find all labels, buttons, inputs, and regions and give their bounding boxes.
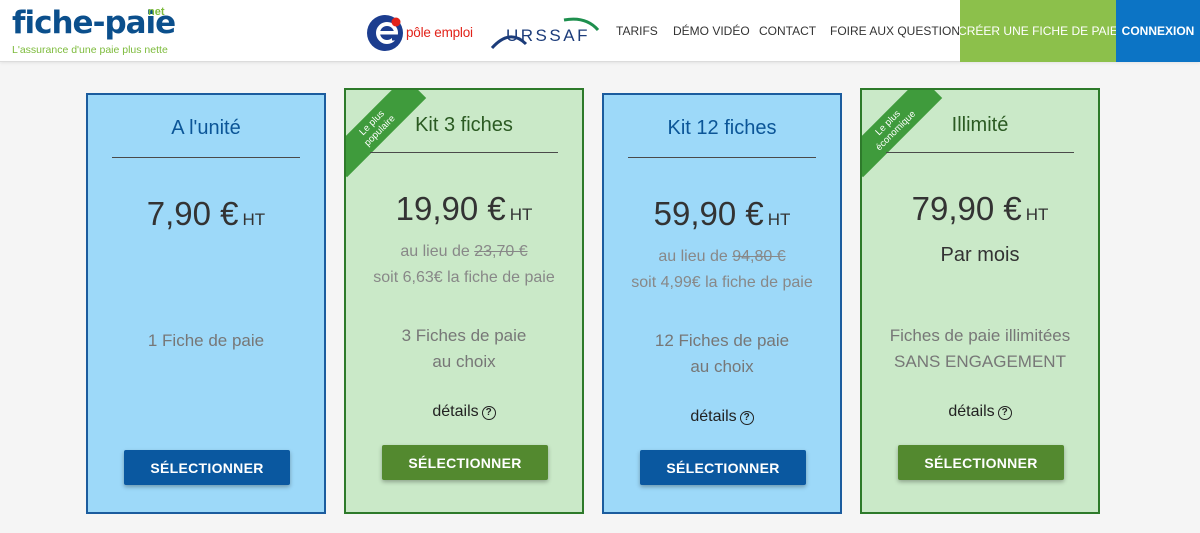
price-value: 19,90 € bbox=[395, 190, 506, 227]
plan-card-kit-3: Le plus populaire Kit 3 fiches 19,90 € HT … bbox=[344, 88, 584, 514]
details-link[interactable]: détails? bbox=[604, 408, 840, 426]
plan-price: 7,90 € HT bbox=[88, 195, 324, 233]
details-link[interactable]: détails? bbox=[862, 403, 1098, 421]
select-button[interactable]: SÉLECTIONNER bbox=[124, 450, 290, 485]
old-price: 94,80 € bbox=[732, 248, 786, 265]
urssaf-label: URSSAF bbox=[506, 26, 590, 45]
plan-quantity-line2: SANS ENGAGEMENT bbox=[894, 352, 1066, 371]
plan-card-unit: A l'unité 7,90 € HT 1 Fiche de paie SÉLEC… bbox=[86, 93, 326, 514]
plan-quantity-line2: au choix bbox=[432, 352, 496, 371]
pole-emploi-logo: pôle emploi bbox=[366, 14, 484, 52]
plan-quantity-line1: 12 Fiches de paie bbox=[654, 331, 790, 350]
details-link[interactable]: détails? bbox=[346, 403, 582, 421]
plan-price: 59,90 € HT bbox=[604, 195, 840, 233]
price-value: 79,90 € bbox=[911, 190, 1022, 227]
login-button[interactable]: CONNEXION bbox=[1116, 0, 1200, 62]
plan-title: Illimité bbox=[951, 114, 1009, 136]
plan-quantity-line2: au choix bbox=[690, 357, 754, 376]
price-unit: HT bbox=[1025, 205, 1049, 224]
nav-tarifs[interactable]: TARIFS bbox=[616, 0, 658, 62]
instead-prefix: au lieu de bbox=[658, 248, 728, 265]
pole-emploi-emblem-icon bbox=[367, 15, 403, 51]
question-circle-icon: ? bbox=[481, 406, 496, 420]
question-circle-icon: ? bbox=[739, 411, 754, 425]
nav-contact[interactable]: CONTACT bbox=[759, 0, 816, 62]
price-value: 7,90 € bbox=[146, 195, 239, 232]
title-divider bbox=[370, 152, 558, 153]
title-divider bbox=[886, 152, 1074, 153]
plan-card-unlimited: Le plus économique Illimité 79,90 € HT Par… bbox=[860, 88, 1100, 514]
logo-tagline: L'assurance d'une paie plus nette bbox=[12, 44, 168, 56]
price-comparison: au lieu de 94,80 € bbox=[604, 244, 840, 270]
plan-price: 79,90 € HT bbox=[862, 190, 1098, 228]
select-button[interactable]: SÉLECTIONNER bbox=[898, 445, 1064, 480]
price-unit: HT bbox=[242, 210, 266, 229]
details-label: détails bbox=[432, 403, 479, 420]
nav-demo-video[interactable]: DÉMO VIDÉO bbox=[673, 0, 750, 62]
select-button[interactable]: SÉLECTIONNER bbox=[640, 450, 806, 485]
title-divider bbox=[112, 157, 300, 158]
per-sheet-price: soit 4,99€ la fiche de paie bbox=[631, 274, 813, 291]
plan-quantity-line1: 3 Fiches de paie bbox=[401, 326, 527, 345]
price-value: 59,90 € bbox=[653, 195, 764, 232]
plan-quantity-line1: Fiches de paie illimitées bbox=[889, 326, 1071, 345]
details-label: détails bbox=[948, 403, 995, 420]
plan-card-kit-12: Kit 12 fiches 59,90 € HT au lieu de 94,80… bbox=[602, 93, 842, 514]
price-unit: HT bbox=[767, 210, 791, 229]
plan-title: Kit 3 fiches bbox=[415, 114, 513, 136]
per-sheet-price: soit 6,63€ la fiche de paie bbox=[373, 269, 555, 286]
logo-suffix: net bbox=[148, 6, 165, 18]
select-button[interactable]: SÉLECTIONNER bbox=[382, 445, 548, 480]
plan-title: A l'unité bbox=[171, 117, 241, 139]
old-price: 23,70 € bbox=[474, 243, 528, 260]
pole-emploi-label: pôle emploi bbox=[406, 25, 473, 40]
price-unit: HT bbox=[509, 205, 533, 224]
create-payslip-button[interactable]: CRÉER UNE FICHE DE PAIE bbox=[958, 0, 1118, 62]
instead-prefix: au lieu de bbox=[400, 243, 470, 260]
plan-price: 19,90 € HT bbox=[346, 190, 582, 228]
billing-period: Par mois bbox=[940, 244, 1020, 266]
site-header: fiche-paie net L'assurance d'une paie pl… bbox=[0, 0, 1200, 62]
details-label: détails bbox=[690, 408, 737, 425]
title-divider bbox=[628, 157, 816, 158]
fiche-paie-logo[interactable]: fiche-paie net L'assurance d'une paie pl… bbox=[12, 4, 177, 58]
plan-title: Kit 12 fiches bbox=[667, 117, 777, 139]
nav-faq[interactable]: FOIRE AUX QUESTIONS bbox=[830, 0, 968, 62]
question-circle-icon: ? bbox=[997, 406, 1012, 420]
plan-quantity: 1 Fiche de paie bbox=[147, 331, 265, 350]
urssaf-logo: URSSAF bbox=[490, 14, 602, 52]
price-comparison: au lieu de 23,70 € bbox=[346, 239, 582, 265]
